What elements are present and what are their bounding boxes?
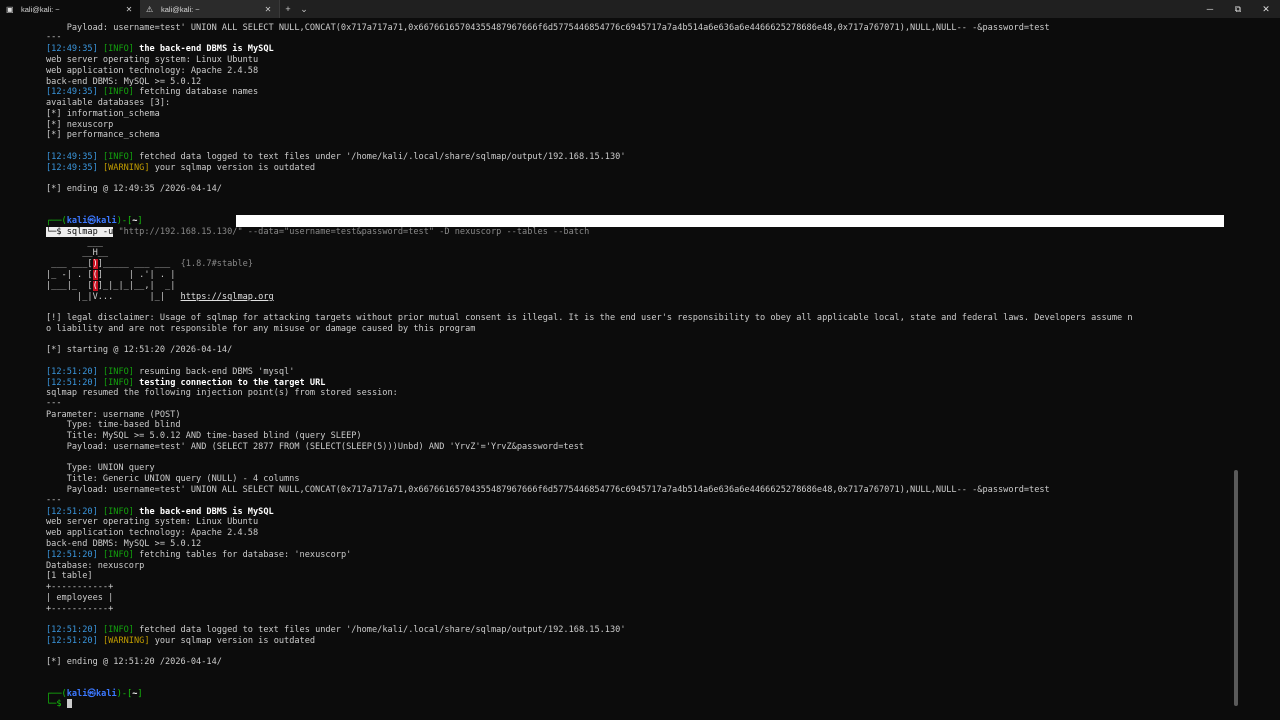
new-tab-button[interactable]: +	[280, 0, 296, 18]
tab-label: kali@kali: ~	[21, 4, 60, 14]
tab-dropdown-button[interactable]: ⌄	[296, 0, 312, 18]
output-line: [*] performance_schema	[46, 130, 160, 140]
close-tab-icon[interactable]: ✕	[263, 5, 273, 14]
minimize-button[interactable]: ─	[1196, 0, 1224, 18]
tab-terminal-1[interactable]: ▣ kali@kali: ~ ✕	[0, 0, 140, 18]
tab-bar: ▣ kali@kali: ~ ✕ ⚠ kali@kali: ~ ✕ + ⌄ ─ …	[0, 0, 1280, 18]
output-line: [*] information_schema	[46, 109, 160, 119]
tab-terminal-2[interactable]: ⚠ kali@kali: ~ ✕	[140, 0, 280, 18]
terminal-output[interactable]: Payload: username=test' UNION ALL SELECT…	[0, 18, 1240, 720]
titlebar-drag-area[interactable]	[312, 0, 1196, 18]
close-window-button[interactable]: ✕	[1252, 0, 1280, 18]
warning-icon: ⚠	[146, 4, 154, 14]
terminal-icon: ▣	[6, 4, 14, 14]
log-line: [12:49:35] [INFO] the back-end DBMS is M…	[46, 44, 274, 54]
log-line: [12:49:35] [INFO] fetched data logged to…	[46, 152, 626, 162]
shell-prompt: ┌──(kali㉿kali)-[~]	[46, 216, 143, 226]
selection-highlight	[236, 215, 1224, 227]
log-line: [12:49:35] [WARNING] your sqlmap version…	[46, 163, 316, 173]
output-line: available databases [3]:	[46, 98, 171, 108]
output-line: [*] ending @ 12:49:35 /2026-04-14/	[46, 184, 222, 194]
output-line: ---	[46, 32, 62, 42]
scrollbar-thumb[interactable]	[1234, 470, 1238, 706]
output-line: Payload: username=test' UNION ALL SELECT…	[46, 23, 1050, 33]
close-tab-icon[interactable]: ✕	[124, 5, 134, 14]
log-line: [12:49:35] [INFO] fetching database name…	[46, 87, 259, 97]
output-line: web server operating system: Linux Ubunt…	[46, 55, 259, 65]
tab-label: kali@kali: ~	[161, 4, 200, 14]
output-line: [*] nexuscorp	[46, 120, 114, 130]
output-line: web application technology: Apache 2.4.5…	[46, 66, 259, 76]
maximize-button[interactable]: ⧉	[1224, 0, 1252, 18]
output-line: back-end DBMS: MySQL >= 5.0.12	[46, 77, 202, 87]
